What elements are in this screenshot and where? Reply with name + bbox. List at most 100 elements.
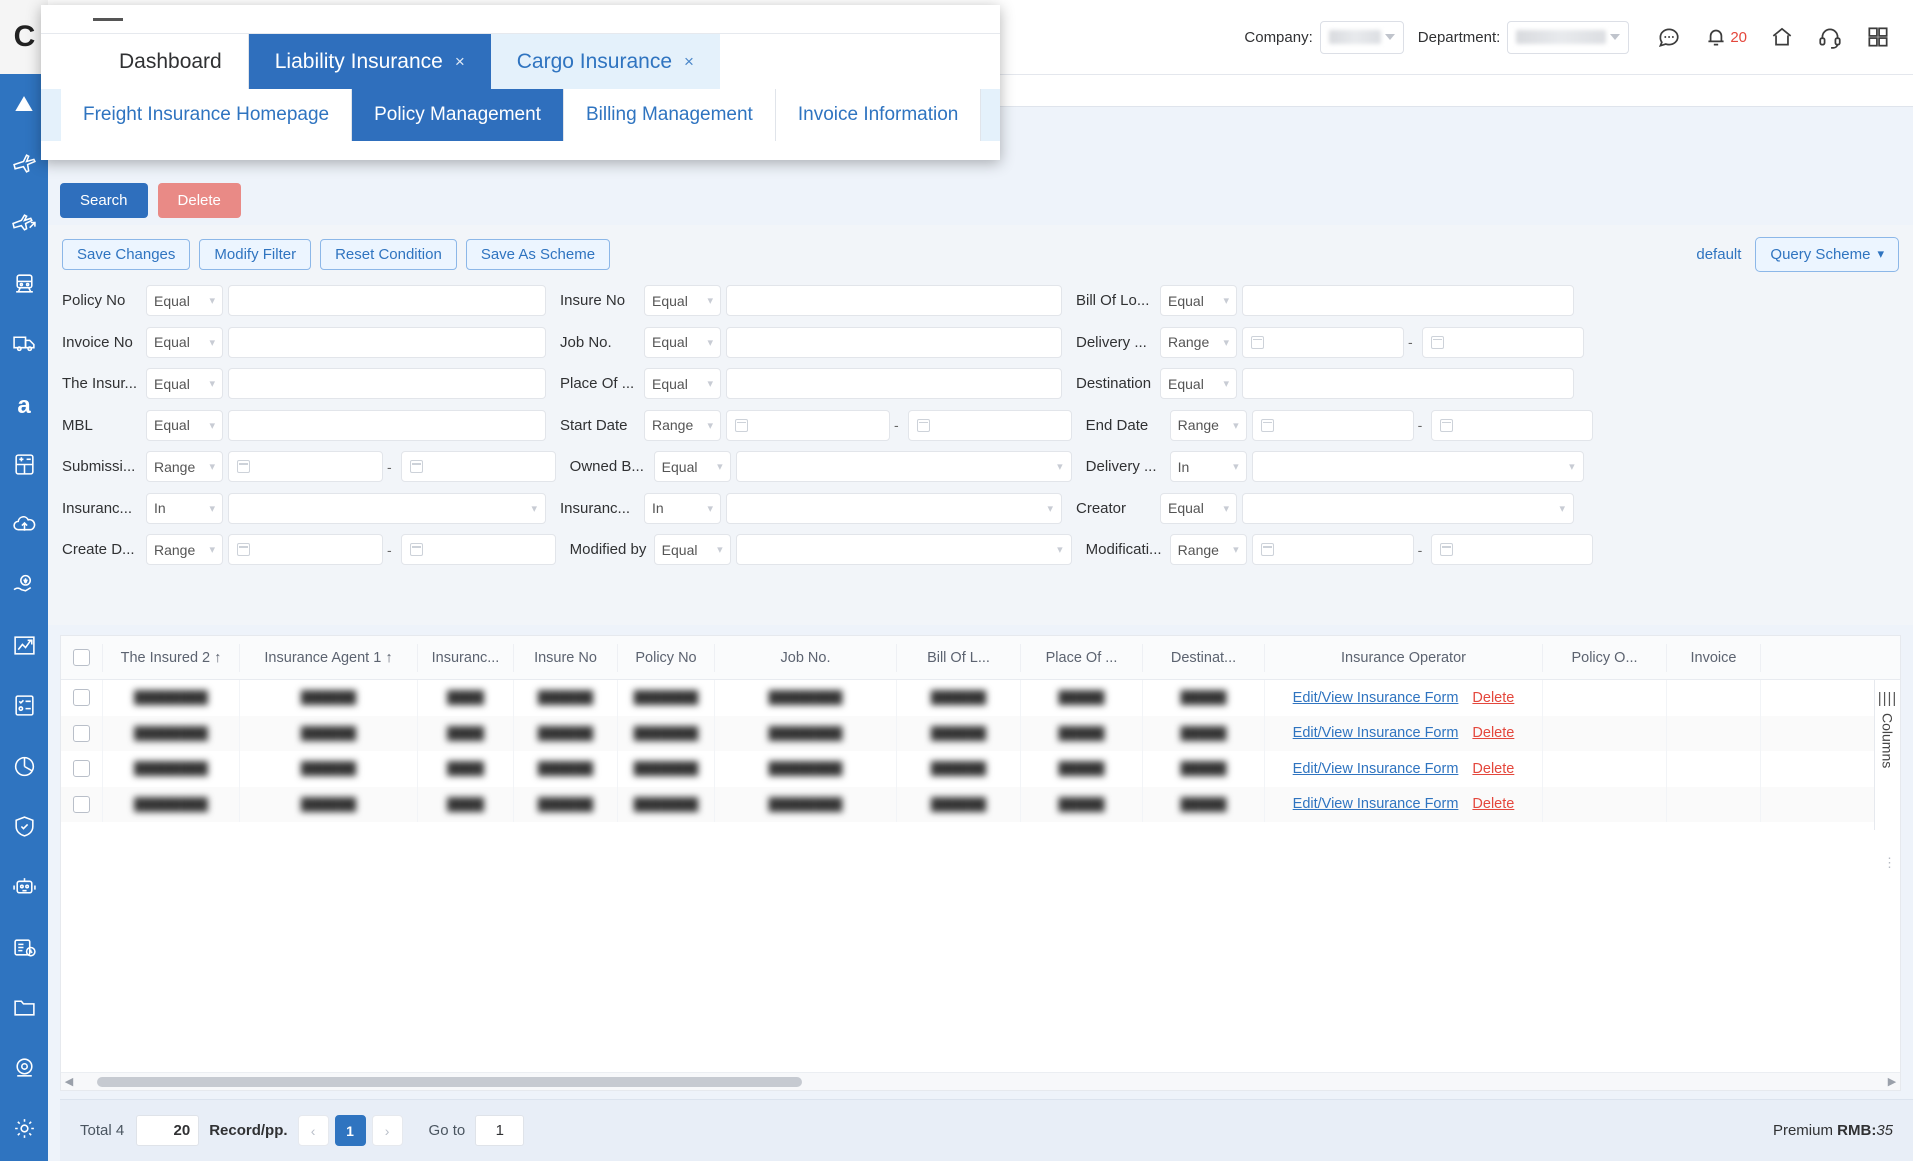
- filter-value-input[interactable]: [228, 368, 546, 400]
- filter-date-input[interactable]: [1251, 534, 1414, 566]
- popup-titlebar[interactable]: [41, 5, 1000, 33]
- row-checkbox[interactable]: [73, 724, 90, 742]
- filter-date-input[interactable]: [1431, 409, 1594, 441]
- filter-operator-select[interactable]: Equal ▾: [653, 534, 731, 566]
- filter-operator-select[interactable]: In ▾: [644, 492, 721, 524]
- filter-value-input[interactable]: [228, 326, 546, 358]
- prev-page-button[interactable]: ‹: [297, 1115, 329, 1146]
- company-select[interactable]: XGSH: [1319, 20, 1404, 54]
- filter-date-input[interactable]: [1421, 326, 1584, 358]
- default-scheme-link[interactable]: default: [1696, 246, 1741, 263]
- filter-operator-select[interactable]: Equal ▾: [1160, 368, 1237, 400]
- sidebar-item-tasks[interactable]: [0, 678, 48, 738]
- scrollbar-thumb[interactable]: [97, 1076, 802, 1087]
- column-insurance-operator[interactable]: Insurance Operator: [1265, 643, 1543, 672]
- filter-operator-select[interactable]: Equal ▾: [1160, 285, 1237, 317]
- filter-date-input[interactable]: [228, 534, 383, 566]
- horizontal-scrollbar[interactable]: ◀ ▶: [61, 1072, 1900, 1090]
- close-icon[interactable]: ×: [684, 52, 694, 72]
- filter-value-input[interactable]: [228, 285, 546, 317]
- row-checkbox[interactable]: [73, 760, 90, 778]
- filter-value-input[interactable]: [726, 326, 1062, 358]
- filter-operator-select[interactable]: Range ▾: [644, 409, 721, 441]
- notifications-bell[interactable]: 20: [1703, 24, 1747, 50]
- table-row[interactable]: ████████ ██████ ████ ██████ ███████ ████████ █…: [61, 680, 1900, 716]
- filter-value-input[interactable]: [228, 409, 546, 441]
- scroll-right-arrow[interactable]: ▶: [1884, 1075, 1900, 1088]
- delete-row-link[interactable]: Delete: [1472, 761, 1514, 777]
- edit-view-insurance-form-link[interactable]: Edit/View Insurance Form: [1293, 796, 1459, 812]
- filter-date-input[interactable]: [400, 451, 556, 483]
- filter-operator-select[interactable]: Equal ▾: [644, 285, 721, 317]
- filter-operator-select[interactable]: Equal ▾: [644, 326, 721, 358]
- filter-operator-select[interactable]: In ▾: [146, 492, 223, 524]
- sidebar-item-settings[interactable]: [0, 1101, 48, 1161]
- save-as-scheme-button[interactable]: Save As Scheme: [465, 238, 611, 270]
- minimize-icon[interactable]: [93, 17, 123, 21]
- reset-condition-button[interactable]: Reset Condition: [320, 238, 457, 270]
- delete-row-link[interactable]: Delete: [1472, 690, 1514, 706]
- next-page-button[interactable]: ›: [371, 1115, 403, 1146]
- filter-operator-select[interactable]: Equal ▾: [146, 368, 223, 400]
- filter-operator-select[interactable]: Range ▾: [146, 451, 223, 483]
- home-icon[interactable]: [1769, 24, 1795, 50]
- filter-value-select[interactable]: ▾: [726, 492, 1062, 524]
- department-select[interactable]: 操作部: [1507, 20, 1630, 54]
- filter-operator-select[interactable]: Range ▾: [146, 534, 223, 566]
- table-row[interactable]: ████████ ██████ ████ ██████ ███████ ████████ █…: [61, 751, 1900, 787]
- sidebar-item-rail[interactable]: [0, 255, 48, 315]
- filter-operator-select[interactable]: Range ▾: [1169, 409, 1247, 441]
- filter-operator-select[interactable]: Equal ▾: [644, 368, 721, 400]
- select-all-checkbox[interactable]: [73, 649, 90, 666]
- filter-operator-select[interactable]: Equal ▾: [146, 409, 223, 441]
- column-policy-operator[interactable]: Policy O...: [1543, 643, 1667, 672]
- subtab-billing-management[interactable]: Billing Management: [563, 89, 776, 141]
- delete-button[interactable]: Delete: [157, 183, 241, 218]
- filter-value-input[interactable]: [1242, 368, 1574, 400]
- table-row[interactable]: ████████ ██████ ████ ██████ ███████ ████████ █…: [61, 786, 1900, 822]
- filter-date-input[interactable]: [228, 451, 383, 483]
- sidebar-item-records[interactable]: [0, 919, 48, 979]
- filter-value-select[interactable]: ▾: [1251, 451, 1584, 483]
- filter-operator-select[interactable]: Equal ▾: [146, 285, 223, 317]
- tab-dashboard[interactable]: Dashboard: [93, 34, 249, 89]
- column-insurance-agent[interactable]: Insurance Agent 1 ↑: [240, 643, 418, 672]
- sidebar-item-air-export[interactable]: [0, 195, 48, 255]
- column-bill-of-lading[interactable]: Bill Of L...: [897, 643, 1021, 672]
- sidebar-item-reports[interactable]: [0, 738, 48, 798]
- filter-value-select[interactable]: ▾: [1242, 492, 1574, 524]
- sidebar-item-amazon[interactable]: a: [0, 376, 48, 436]
- column-job-no[interactable]: Job No.: [715, 643, 897, 672]
- edit-view-insurance-form-link[interactable]: Edit/View Insurance Form: [1293, 761, 1459, 777]
- table-row[interactable]: ████████ ██████ ████ ██████ ███████ ████████ █…: [61, 715, 1900, 751]
- page-1-button[interactable]: 1: [334, 1115, 366, 1146]
- columns-drawer-toggle[interactable]: |||| Columns: [1874, 680, 1900, 830]
- column-insure-no[interactable]: Insure No: [514, 643, 618, 672]
- sidebar-item-calculator[interactable]: [0, 436, 48, 496]
- save-changes-button[interactable]: Save Changes: [62, 238, 191, 270]
- filter-operator-select[interactable]: Equal ▾: [653, 451, 731, 483]
- sidebar-item-trucking[interactable]: [0, 316, 48, 376]
- tab-liability-insurance[interactable]: Liability Insurance ×: [248, 34, 491, 89]
- panel-resize-handle[interactable]: ⋮: [1883, 855, 1896, 871]
- grid-icon[interactable]: [1865, 24, 1891, 50]
- column-invoice[interactable]: Invoice: [1667, 643, 1761, 672]
- sidebar-item-documents[interactable]: [0, 980, 48, 1040]
- page-size-input[interactable]: 20: [136, 1115, 200, 1146]
- column-insurance-type[interactable]: Insuranc...: [418, 643, 514, 672]
- filter-value-input[interactable]: [1242, 285, 1574, 317]
- column-the-insured[interactable]: The Insured 2 ↑: [103, 643, 240, 672]
- filter-value-select[interactable]: ▾: [735, 451, 1072, 483]
- filter-date-input[interactable]: [726, 409, 890, 441]
- chat-icon[interactable]: [1655, 24, 1681, 50]
- filter-value-select[interactable]: ▾: [228, 492, 546, 524]
- column-destination[interactable]: Destinat...: [1143, 643, 1265, 672]
- subtab-freight-insurance-homepage[interactable]: Freight Insurance Homepage: [61, 89, 353, 141]
- column-place-of-receipt[interactable]: Place Of ...: [1021, 643, 1143, 672]
- sidebar-item-upload[interactable]: [0, 497, 48, 557]
- scrollbar-track[interactable]: [77, 1076, 1884, 1087]
- tab-cargo-insurance[interactable]: Cargo Insurance ×: [490, 34, 720, 89]
- sidebar-item-finance[interactable]: [0, 557, 48, 617]
- headset-icon[interactable]: [1817, 24, 1843, 50]
- filter-value-input[interactable]: [726, 285, 1062, 317]
